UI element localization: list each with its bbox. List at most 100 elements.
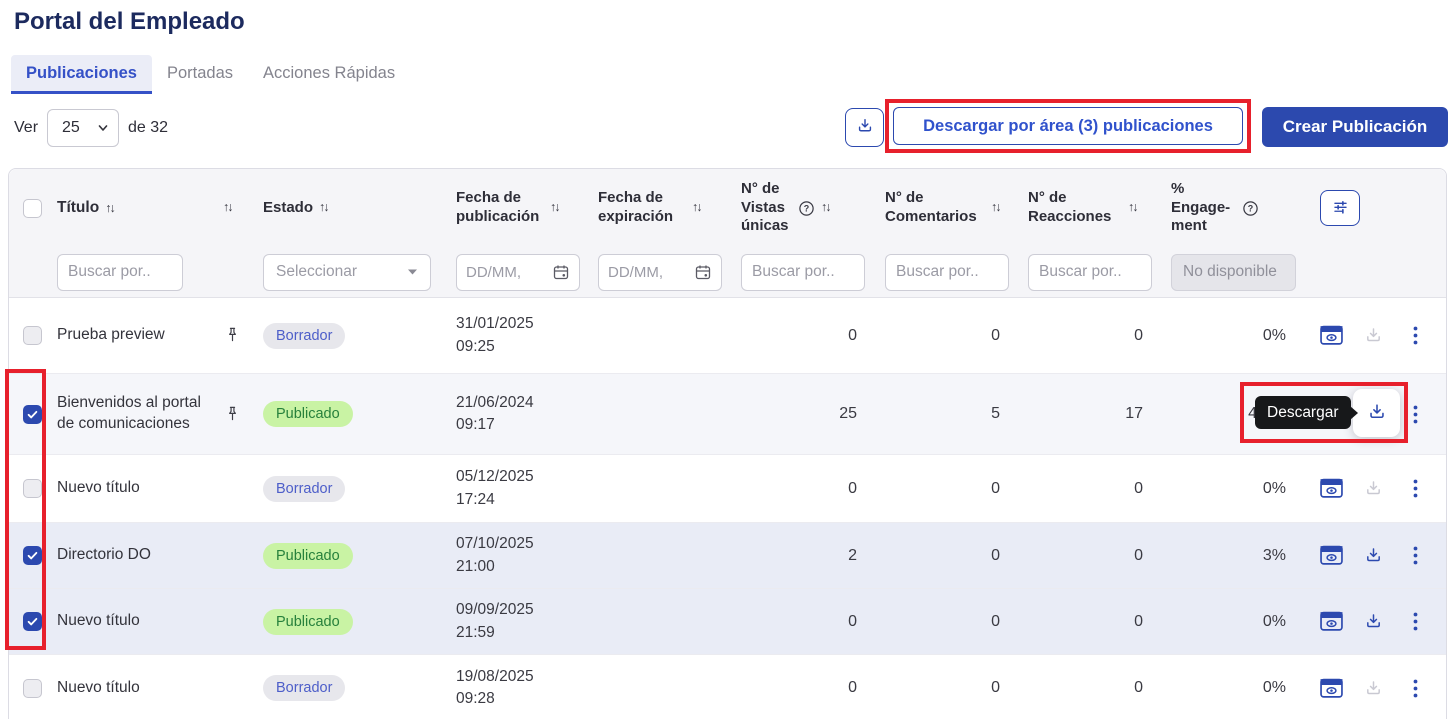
unique-views-value: 2: [727, 547, 869, 565]
kebab-menu-icon[interactable]: [1404, 403, 1427, 426]
col-engagement-label: % Engage-ment: [1171, 180, 1235, 236]
tab-portadas[interactable]: Portadas: [152, 55, 248, 94]
publications-table: Título ↑↓ ↑↓ Estado ↑↓ Fecha de publicac…: [8, 168, 1447, 719]
kebab-menu-icon[interactable]: [1404, 610, 1427, 633]
page-size-select[interactable]: 25: [47, 109, 119, 147]
sort-estado-icon[interactable]: ↑↓: [319, 200, 328, 216]
row-checkbox[interactable]: [23, 546, 42, 565]
row-title: Nuevo título: [49, 478, 219, 499]
select-all-checkbox[interactable]: [23, 199, 42, 218]
row-title: Nuevo título: [49, 678, 219, 699]
preview-icon[interactable]: [1320, 610, 1343, 633]
table-body: Prueba previewBorrador31/01/202509:25000…: [9, 298, 1446, 719]
preview-icon[interactable]: [1320, 544, 1343, 567]
status-badge: Borrador: [263, 675, 345, 701]
column-settings-button[interactable]: [1320, 190, 1360, 226]
preview-icon[interactable]: [1320, 324, 1343, 347]
filter-estado-placeholder: Seleccionar: [276, 263, 357, 281]
row-checkbox[interactable]: [23, 612, 42, 631]
tab-publicaciones[interactable]: Publicaciones: [11, 55, 152, 94]
row-checkbox[interactable]: [23, 405, 42, 424]
portal-page: Portal del Empleado Publicaciones Portad…: [0, 0, 1455, 719]
row-download-hover-button[interactable]: [1353, 389, 1400, 437]
download-icon[interactable]: [1362, 677, 1385, 700]
unique-views-value: 0: [727, 613, 869, 631]
page-size-value: 25: [62, 119, 80, 137]
reactions-value: 0: [1012, 547, 1155, 565]
publish-date: 07/10/202521:00: [441, 533, 584, 578]
help-vistas-icon[interactable]: ?: [798, 200, 815, 217]
download-icon: [1366, 401, 1388, 426]
calendar-icon: [694, 263, 712, 281]
help-engagement-icon[interactable]: ?: [1242, 200, 1259, 217]
unique-views-value: 0: [727, 480, 869, 498]
pin-icon: [219, 325, 253, 346]
kebab-menu-icon[interactable]: [1404, 324, 1427, 347]
status-badge: Publicado: [263, 609, 353, 635]
row-title: Directorio DO: [49, 545, 219, 566]
download-by-area-button[interactable]: Descargar por área (3) publicaciones: [893, 107, 1243, 145]
sort-pin-icon[interactable]: ↑↓: [223, 200, 232, 216]
engagement-value: 0%: [1155, 679, 1298, 697]
svg-text:?: ?: [804, 203, 809, 213]
calendar-icon: [552, 263, 570, 281]
download-icon[interactable]: [1362, 477, 1385, 500]
page-title: Portal del Empleado: [14, 8, 245, 36]
comments-value: 0: [869, 480, 1012, 498]
preview-icon[interactable]: [1320, 677, 1343, 700]
sort-vistas-icon[interactable]: ↑↓: [821, 200, 830, 216]
engagement-value: 0%: [1155, 327, 1298, 345]
filter-estado-select[interactable]: Seleccionar: [263, 254, 431, 291]
download-icon[interactable]: [1362, 324, 1385, 347]
kebab-menu-icon[interactable]: [1404, 477, 1427, 500]
status-badge: Borrador: [263, 323, 345, 349]
sort-fecha-publicacion-icon[interactable]: ↑↓: [550, 200, 559, 216]
row-checkbox[interactable]: [23, 479, 42, 498]
sort-fecha-expiracion-icon[interactable]: ↑↓: [692, 200, 701, 216]
table-row: Directorio DOPublicado07/10/202521:00200…: [9, 523, 1446, 589]
col-comentarios-label: N° de Comentarios: [885, 189, 985, 227]
download-icon[interactable]: [1362, 544, 1385, 567]
kebab-menu-icon[interactable]: [1404, 544, 1427, 567]
status-badge: Publicado: [263, 401, 353, 427]
sort-reacciones-icon[interactable]: ↑↓: [1128, 200, 1137, 216]
preview-icon[interactable]: [1320, 477, 1343, 500]
comments-value: 5: [869, 405, 1012, 423]
table-row: Bienvenidos al portal de comunicacionesP…: [9, 374, 1446, 455]
download-tooltip: Descargar: [1255, 396, 1351, 429]
comments-value: 0: [869, 327, 1012, 345]
filter-titulo-input[interactable]: [57, 254, 183, 291]
tab-acciones-rapidas[interactable]: Acciones Rápidas: [248, 55, 410, 94]
page-size-control: Ver 25 de 32: [14, 108, 168, 148]
tooltip-arrow: [1350, 406, 1358, 420]
sort-titulo-icon[interactable]: ↑↓: [105, 200, 114, 217]
publish-date: 31/01/202509:25: [441, 313, 584, 358]
chevron-down-icon: [98, 123, 108, 133]
sliders-icon: [1331, 197, 1350, 219]
filter-fecha-expiracion-input[interactable]: DD/MM,: [598, 254, 722, 291]
publish-date: 19/08/202509:28: [441, 666, 584, 711]
reactions-value: 0: [1012, 327, 1155, 345]
sort-comentarios-icon[interactable]: ↑↓: [991, 200, 1000, 216]
caret-down-icon: [407, 268, 418, 276]
ver-label: Ver: [14, 119, 38, 137]
filter-reacciones-input[interactable]: [1028, 254, 1152, 291]
filter-fecha-publicacion-input[interactable]: DD/MM,: [456, 254, 580, 291]
create-publication-button[interactable]: Crear Publicación: [1262, 107, 1448, 147]
engagement-value: 0%: [1155, 480, 1298, 498]
download-icon[interactable]: [1362, 610, 1385, 633]
unique-views-value: 0: [727, 327, 869, 345]
table-row: Nuevo títuloBorrador19/08/202509:280000%: [9, 655, 1446, 719]
col-fecha-expiracion-label: Fecha de expiración: [598, 189, 686, 227]
table-header: Título ↑↓ ↑↓ Estado ↑↓ Fecha de publicac…: [9, 169, 1446, 298]
kebab-menu-icon[interactable]: [1404, 677, 1427, 700]
pin-icon: [219, 404, 253, 425]
unique-views-value: 25: [727, 405, 869, 423]
filter-comentarios-input[interactable]: [885, 254, 1009, 291]
publish-date: 05/12/202517:24: [441, 466, 584, 511]
row-checkbox[interactable]: [23, 679, 42, 698]
filter-vistas-input[interactable]: [741, 254, 865, 291]
row-checkbox[interactable]: [23, 326, 42, 345]
engagement-value: 3%: [1155, 547, 1298, 565]
export-download-button[interactable]: [845, 108, 884, 147]
